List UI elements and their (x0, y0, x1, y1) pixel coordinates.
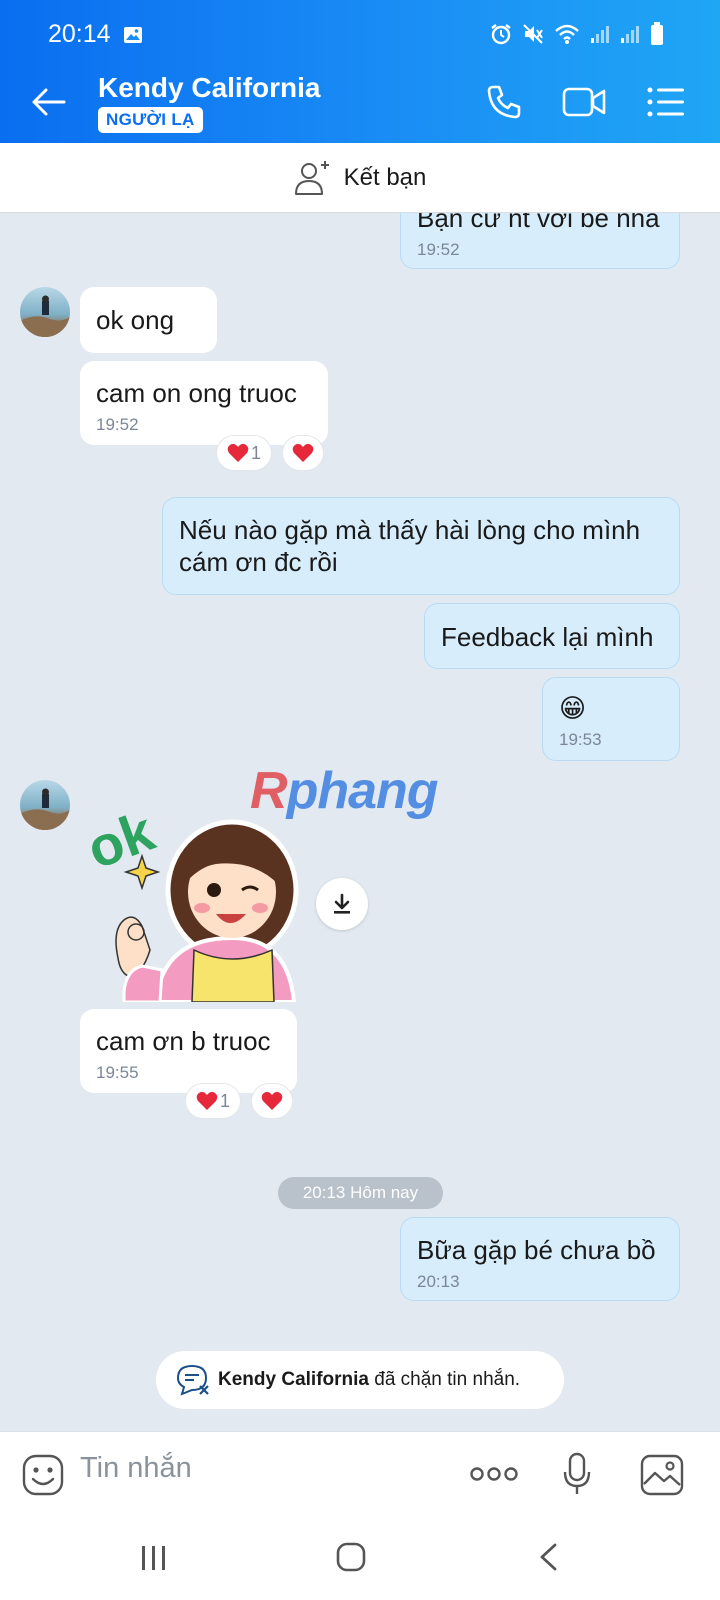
nav-back-icon[interactable] (538, 1542, 558, 1572)
gallery-status-icon (124, 27, 142, 43)
blocked-message-icon (176, 1364, 209, 1396)
message-bubble[interactable]: cam ơn b truoc 19:55 (80, 1009, 297, 1093)
message-bubble[interactable]: Bữa gặp bé chưa bồ 20:13 (400, 1217, 680, 1301)
avatar[interactable] (20, 287, 70, 337)
system-nav-bar (0, 1516, 720, 1600)
download-icon (334, 893, 350, 914)
recents-icon[interactable] (140, 1544, 168, 1572)
message-input[interactable]: Tin nhắn (80, 1452, 192, 1485)
message-time: 20:13 (417, 1272, 460, 1291)
message-bubble[interactable]: Feedback lại mình (424, 603, 680, 669)
message-bubble[interactable]: cam on ong truoc 19:52 (80, 361, 328, 445)
video-icon (562, 87, 606, 117)
message-text: cam ơn b truoc (96, 1026, 271, 1056)
video-call-button[interactable] (562, 80, 606, 124)
message-bubble[interactable]: Bạn cư nt với bé nha 19:52 (400, 213, 680, 269)
avatar-photo (20, 788, 70, 830)
call-button[interactable] (482, 80, 526, 124)
message-text: Bữa gặp bé chưa bồ (417, 1235, 656, 1265)
menu-button[interactable] (644, 80, 688, 124)
top-bar: 20:14 Kendy California NGƯỜI LẠ (0, 0, 720, 143)
mic-icon[interactable] (562, 1452, 592, 1496)
chat-area[interactable]: Bạn cư nt với bé nha 19:52 ok ong cam on… (0, 213, 720, 1431)
image-icon[interactable] (640, 1454, 684, 1496)
heart-icon (292, 443, 314, 462)
message-bubble[interactable]: 😁 19:53 (542, 677, 680, 761)
message-text: Bạn cư nt với bé nha (417, 213, 660, 233)
status-icons (490, 22, 664, 46)
signal-2-icon (621, 26, 639, 43)
message-bubble[interactable]: Nếu nào gặp mà thấy hài lòng cho mình cá… (162, 497, 680, 595)
ok-girl-sticker[interactable]: ok (84, 780, 306, 1002)
reaction-summary[interactable]: 1 (185, 1083, 241, 1119)
react-button[interactable] (251, 1083, 293, 1119)
message-time: 19:52 (96, 415, 139, 434)
message-text-line: cám ơn đc rồi (179, 547, 338, 577)
wifi-icon (555, 24, 579, 44)
status-time: 20:14 (48, 20, 111, 48)
alarm-icon (491, 24, 511, 45)
message-time: 19:53 (559, 730, 602, 749)
heart-icon (196, 1091, 218, 1110)
message-text: ok ong (96, 305, 175, 335)
home-icon[interactable] (336, 1542, 366, 1572)
blocked-text: đã chặn tin nhắn. (368, 1369, 521, 1390)
message-text: cam on ong truoc (96, 378, 297, 408)
reaction-summary[interactable]: 1 (216, 435, 272, 471)
battery-icon (651, 22, 663, 45)
message-text-line: Nếu nào gặp mà thấy hài lòng cho mình (179, 515, 641, 545)
add-friend-icon (294, 160, 329, 195)
add-friend-bar[interactable]: Kết bạn (0, 143, 720, 213)
sticker-ok-text: ok (84, 799, 163, 881)
contact-name[interactable]: Kendy California (98, 72, 320, 104)
signal-1-icon (591, 26, 609, 43)
add-friend-label: Kết bạn (343, 163, 427, 191)
download-button[interactable] (316, 878, 368, 930)
avatar-photo (20, 295, 70, 337)
phone-icon (487, 85, 521, 119)
menu-list-icon (647, 87, 684, 117)
blocked-notice: Kendy California đã chặn tin nhắn. (156, 1351, 564, 1409)
more-icon[interactable] (470, 1464, 518, 1484)
message-bubble[interactable]: ok ong (80, 287, 217, 353)
heart-icon (261, 1091, 283, 1110)
avatar[interactable] (20, 780, 70, 830)
message-time: 19:55 (96, 1063, 139, 1082)
reaction-count: 1 (219, 1090, 230, 1111)
message-time: 19:52 (417, 240, 460, 259)
heart-icon (227, 443, 249, 462)
blocked-contact-name: Kendy California (218, 1369, 369, 1390)
composer-bar: Tin nhắn (0, 1431, 720, 1516)
mute-icon (523, 24, 543, 44)
emoji-icon[interactable] (22, 1454, 64, 1496)
message-text: Feedback lại mình (441, 622, 654, 652)
date-divider: 20:13 Hôm nay (278, 1177, 443, 1209)
reaction-count: 1 (250, 442, 261, 463)
react-button[interactable] (282, 435, 324, 471)
message-text: 😁 (559, 693, 587, 723)
back-arrow-icon[interactable] (28, 82, 68, 122)
stranger-badge: NGƯỜI LẠ (98, 107, 203, 133)
